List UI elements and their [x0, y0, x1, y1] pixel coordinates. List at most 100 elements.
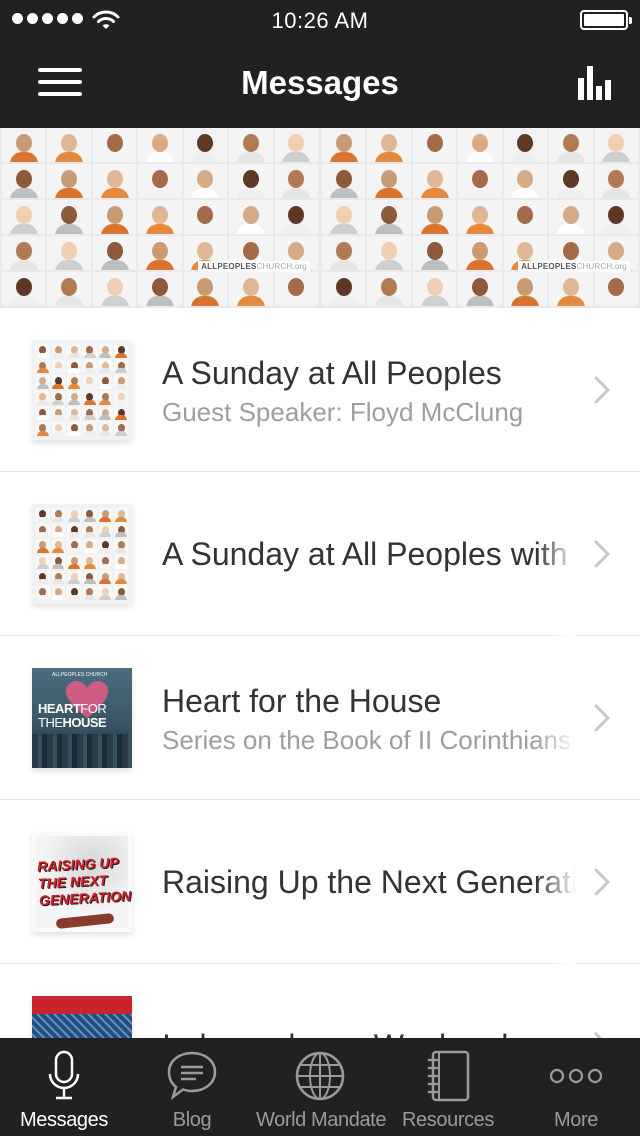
status-bar: 10:26 AM — [0, 0, 640, 40]
portrait-tile — [594, 128, 638, 162]
portrait-tile — [229, 164, 273, 198]
portrait-tile — [98, 375, 113, 389]
portrait-tile — [51, 586, 66, 600]
portrait-tile — [67, 375, 81, 389]
portrait-tile — [98, 539, 113, 553]
message-thumbnail — [32, 996, 132, 1038]
portrait-tile — [36, 344, 50, 358]
message-title: Independence Weekend — [162, 1025, 508, 1038]
portrait-tile — [51, 508, 66, 522]
portrait-tile — [274, 128, 318, 162]
portrait-tile — [98, 359, 113, 374]
portrait-tile — [322, 164, 366, 198]
tab-label: Resources — [402, 1109, 494, 1131]
list-item[interactable]: A Sunday at All Peoples with — [0, 472, 640, 636]
portrait-tile — [67, 539, 81, 553]
portrait-tile — [114, 586, 128, 600]
portrait-tile — [229, 272, 273, 306]
tab-label: Messages — [20, 1109, 108, 1131]
globe-icon — [295, 1051, 345, 1101]
portrait-tile — [92, 128, 137, 162]
tab-resources[interactable]: Resources — [384, 1038, 512, 1136]
portrait-tile — [83, 390, 97, 405]
portrait-tile — [367, 272, 411, 306]
status-time: 10:26 AM — [271, 8, 369, 33]
portrait-tile — [51, 523, 66, 538]
portrait-tile — [367, 128, 411, 162]
list-item[interactable]: A Sunday at All Peoples Guest Speaker: F… — [0, 308, 640, 472]
portrait-tile — [83, 406, 97, 421]
tab-blog[interactable]: Blog — [128, 1038, 256, 1136]
portrait-tile — [2, 200, 46, 234]
portrait-tile — [98, 406, 113, 421]
portrait-tile — [412, 164, 457, 198]
tab-messages[interactable]: Messages — [0, 1038, 128, 1136]
portrait-tile — [114, 554, 128, 569]
message-thumbnail — [32, 504, 132, 604]
message-thumbnail — [32, 340, 132, 440]
portrait-tile — [503, 128, 548, 162]
banner-logo: ALLPEOPLESCHURCH.org — [518, 261, 630, 272]
portrait-tile — [51, 422, 66, 436]
portrait-tile — [458, 236, 502, 270]
portrait-tile — [51, 359, 66, 374]
portrait-tile — [138, 236, 182, 270]
portrait-tile — [36, 586, 50, 600]
portrait-tile — [594, 200, 638, 234]
message-subtitle: Series on the Book of II Corinthians — [162, 725, 572, 755]
portrait-tile — [51, 375, 66, 389]
message-title: A Sunday at All Peoples — [162, 355, 502, 391]
portrait-tile — [36, 359, 50, 374]
portrait-tile — [114, 344, 128, 358]
portrait-tile — [274, 272, 318, 306]
portrait-tile — [98, 390, 113, 405]
portrait-tile — [114, 375, 128, 389]
tab-more[interactable]: More — [512, 1038, 640, 1136]
portrait-tile — [36, 406, 50, 421]
message-thumbnail: RAISING UP THE NEXT GENERATION — [32, 832, 132, 932]
portrait-tile — [83, 508, 97, 522]
portrait-tile — [503, 164, 548, 198]
portrait-tile — [367, 236, 411, 270]
portrait-tile — [83, 554, 97, 569]
list-item[interactable]: Independence Weekend — [0, 964, 640, 1038]
portrait-tile — [51, 554, 66, 569]
portrait-tile — [458, 164, 502, 198]
list-item[interactable]: ALLPEOPLES CHURCH HEARTFOR THEHOUSE Heart… — [0, 636, 640, 800]
banner-logo: ALLPEOPLESCHURCH.org — [198, 261, 310, 272]
portrait-tile — [51, 406, 66, 421]
tab-label: Blog — [172, 1109, 212, 1131]
microphone-icon — [48, 1050, 80, 1100]
portrait-tile — [114, 539, 128, 553]
portrait-tile — [322, 200, 366, 234]
stats-icon[interactable] — [576, 64, 616, 102]
portrait-tile — [98, 570, 113, 585]
nav-bar: Messages — [0, 40, 640, 128]
portrait-tile — [36, 539, 50, 553]
portrait-tile — [2, 236, 46, 270]
tab-bar: Messages Blog World Mandate Resources Mo… — [0, 1038, 640, 1136]
list-item[interactable]: RAISING UP THE NEXT GENERATION Raising Up … — [0, 800, 640, 964]
portrait-tile — [594, 164, 638, 198]
portrait-tile — [594, 272, 638, 306]
portrait-tile — [98, 523, 113, 538]
portrait-tile — [36, 554, 50, 569]
portrait-tile — [51, 539, 66, 553]
portrait-tile — [367, 164, 411, 198]
portrait-tile — [83, 359, 97, 374]
portrait-tile — [322, 272, 366, 306]
portrait-tile — [36, 508, 50, 522]
portrait-tile — [229, 200, 273, 234]
messages-list[interactable]: A Sunday at All Peoples Guest Speaker: F… — [0, 308, 640, 1038]
more-dots-icon — [549, 1068, 603, 1084]
portrait-tile — [503, 272, 548, 306]
portrait-tile — [114, 508, 128, 522]
notebook-icon — [427, 1050, 470, 1102]
portrait-tile — [274, 200, 318, 234]
tab-label: More — [554, 1109, 598, 1131]
portrait-tile — [83, 539, 97, 553]
tab-world-mandate[interactable]: World Mandate — [256, 1038, 386, 1136]
speech-bubble-icon — [167, 1051, 217, 1101]
portrait-tile — [138, 272, 182, 306]
portrait-tile — [67, 390, 81, 405]
